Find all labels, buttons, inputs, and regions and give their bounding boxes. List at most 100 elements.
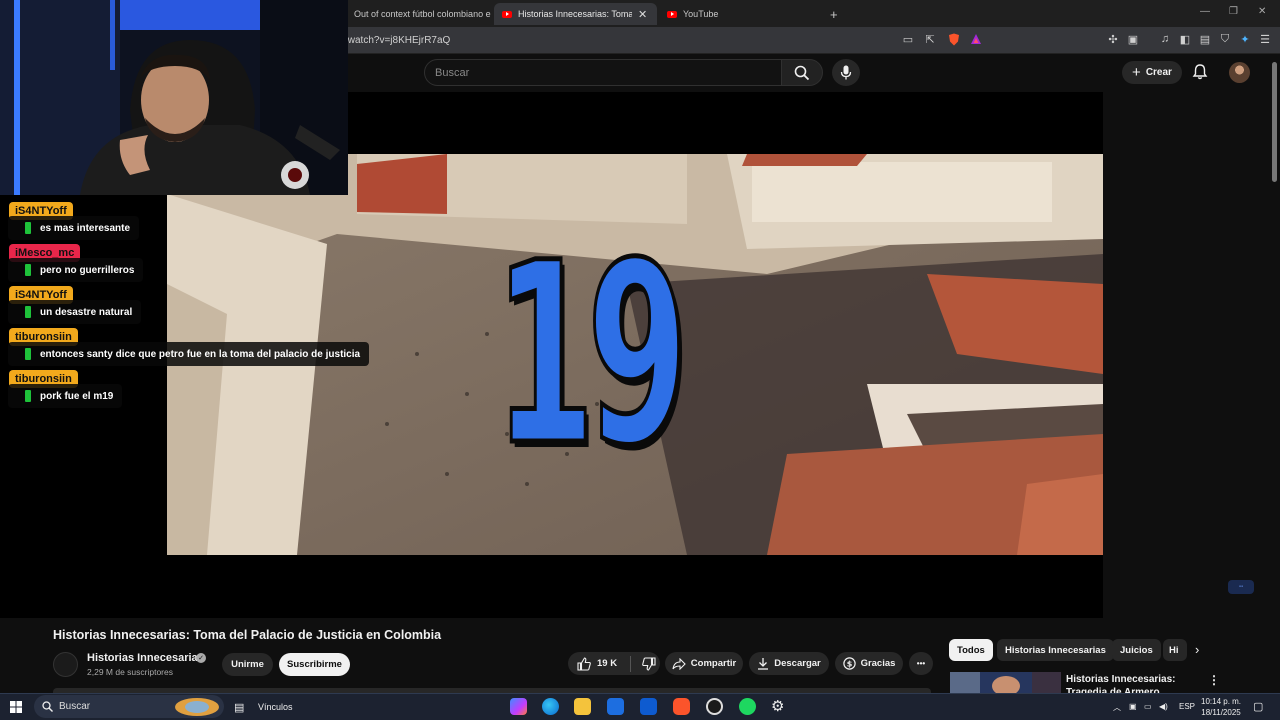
subscriber-count: 2,29 M de suscriptores: [87, 667, 173, 677]
new-tab-button[interactable]: +: [822, 3, 844, 25]
task-view-icon[interactable]: ▤: [234, 701, 244, 714]
chat-text: entonces santy dice que petro fue en la …: [40, 348, 361, 360]
chat-text: un desastre natural: [40, 306, 133, 318]
search-placeholder: Buscar: [435, 67, 470, 79]
media-icon[interactable]: ♫: [1158, 32, 1172, 46]
sidebar-toggle-icon[interactable]: ◧: [1178, 32, 1192, 46]
network-icon[interactable]: ▭: [1144, 702, 1152, 711]
maximize-icon[interactable]: ❐: [1229, 6, 1238, 17]
chat-indicator-icon: [25, 348, 31, 360]
download-button[interactable]: Descargar: [749, 652, 829, 675]
language-indicator[interactable]: ESP: [1179, 702, 1195, 711]
obs-icon[interactable]: [706, 698, 723, 715]
brave-shield-icon[interactable]: [947, 32, 961, 46]
like-dislike-group: 19 K: [568, 652, 660, 675]
extensions-icon[interactable]: ✣: [1106, 32, 1120, 46]
youtube-favicon-icon: [502, 10, 512, 18]
file-explorer-icon[interactable]: [574, 698, 591, 715]
close-tab-icon[interactable]: ✕: [638, 8, 647, 21]
copilot-icon[interactable]: [510, 698, 527, 715]
notifications-button[interactable]: [1191, 63, 1209, 81]
chevron-right-icon[interactable]: ›: [1195, 642, 1199, 657]
thumbs-up-icon: [577, 656, 591, 671]
download-label: Descargar: [774, 658, 821, 669]
tab-label: YouTube: [683, 9, 719, 19]
share-label: Compartir: [690, 658, 737, 669]
voice-search-button[interactable]: [832, 59, 860, 86]
video-title: Historias Innecesarias: Toma del Palacio…: [53, 628, 442, 642]
tab-label: Out of context fútbol colombiano en: [354, 9, 491, 19]
clock[interactable]: 10:14 p. m. 18/11/2025: [1201, 696, 1241, 718]
chip-more[interactable]: Hi: [1163, 639, 1187, 661]
create-button[interactable]: + Crear: [1122, 61, 1182, 84]
mail-icon[interactable]: [640, 698, 657, 715]
tab-out-of-context[interactable]: Out of context fútbol colombiano en: [346, 3, 491, 25]
screenshot-icon[interactable]: ▣: [1126, 32, 1140, 46]
clock-time: 10:14 p. m.: [1201, 697, 1242, 706]
user-avatar[interactable]: [1229, 62, 1250, 83]
join-button[interactable]: Unirme: [222, 653, 273, 676]
more-vertical-icon[interactable]: ⋮: [1208, 673, 1220, 687]
chat-text: es mas interesante: [40, 222, 131, 234]
wallet-icon[interactable]: ▤: [1198, 32, 1212, 46]
thanks-label: Gracias: [860, 658, 896, 669]
tab-youtube[interactable]: YouTube: [659, 3, 819, 25]
search-button[interactable]: [781, 59, 823, 86]
notification-center-icon[interactable]: ▢: [1253, 700, 1263, 713]
more-actions-button[interactable]: •••: [909, 652, 933, 675]
scrollbar[interactable]: [1272, 62, 1277, 182]
channel-watermark-icon[interactable]: ▪▪: [1228, 580, 1254, 594]
chat-text: pero no guerrilleros: [40, 264, 135, 276]
overlay-number-text: 19: [493, 208, 690, 500]
share-button[interactable]: Compartir: [665, 652, 743, 675]
chat-message: entonces santy dice que petro fue en la …: [8, 342, 370, 366]
like-button[interactable]: 19 K: [577, 656, 617, 671]
channel-name[interactable]: Historias Innecesarias: [87, 652, 204, 664]
search-input[interactable]: Buscar: [424, 59, 782, 86]
recommendation-thumbnail[interactable]: [950, 672, 1061, 694]
edge-icon[interactable]: [542, 698, 559, 715]
subscribe-label: Suscribirme: [287, 659, 342, 670]
brave-rewards-icon[interactable]: [969, 32, 983, 46]
chip-juicios[interactable]: Juicios: [1112, 639, 1161, 661]
thumbs-down-icon[interactable]: [642, 656, 656, 671]
chevron-up-icon[interactable]: ︿: [1113, 702, 1121, 713]
taskbar-search-label: Buscar: [59, 701, 91, 712]
tab-historias-innecesarias[interactable]: Historias Innecesarias: Toma del ✕: [494, 3, 657, 25]
tab-label: Historias Innecesarias: Toma del: [518, 9, 632, 19]
share-page-icon[interactable]: ⇱: [923, 32, 937, 46]
menu-icon[interactable]: ☰: [1258, 32, 1272, 46]
chip-todos[interactable]: Todos: [949, 639, 993, 661]
create-label: Crear: [1145, 67, 1172, 78]
minimize-icon[interactable]: —: [1200, 6, 1210, 17]
windows-start-icon[interactable]: [10, 701, 22, 713]
verified-icon: ✓: [196, 653, 206, 663]
taskbar-search[interactable]: Buscar: [34, 695, 224, 718]
microphone-icon: [840, 65, 852, 80]
subscribe-button[interactable]: Suscribirme: [279, 653, 350, 676]
thanks-button[interactable]: $ Gracias: [835, 652, 903, 675]
url-text[interactable]: /watch?v=j8KHEjrR7aQ: [345, 35, 450, 46]
streamer-webcam: [0, 0, 348, 195]
channel-avatar[interactable]: [53, 652, 78, 677]
share-icon: [672, 657, 686, 670]
chat-message: un desastre natural: [8, 300, 142, 324]
clock-date: 18/11/2025: [1201, 708, 1241, 717]
links-toolbar[interactable]: Vínculos: [258, 702, 293, 712]
leo-ai-icon[interactable]: ✦: [1238, 32, 1252, 46]
vpn-icon[interactable]: ⛉: [1218, 32, 1232, 46]
settings-gear-icon[interactable]: ⚙: [771, 697, 784, 715]
tray-app-icon[interactable]: ▣: [1129, 702, 1137, 711]
cast-icon[interactable]: ▭: [901, 32, 915, 46]
brave-icon[interactable]: [673, 698, 690, 715]
thumbnail-image: [950, 672, 1061, 694]
search-highlight-icon: [175, 698, 219, 716]
spotify-icon[interactable]: [739, 698, 756, 715]
volume-icon[interactable]: ◀): [1159, 702, 1168, 711]
chat-text: pork fue el m19: [40, 390, 114, 402]
chat-indicator-icon: [25, 264, 31, 276]
svg-text:$: $: [846, 660, 852, 669]
close-window-icon[interactable]: ✕: [1258, 6, 1266, 17]
chip-historias-innecesarias[interactable]: Historias Innecesarias: [997, 639, 1114, 661]
store-icon[interactable]: [607, 698, 624, 715]
